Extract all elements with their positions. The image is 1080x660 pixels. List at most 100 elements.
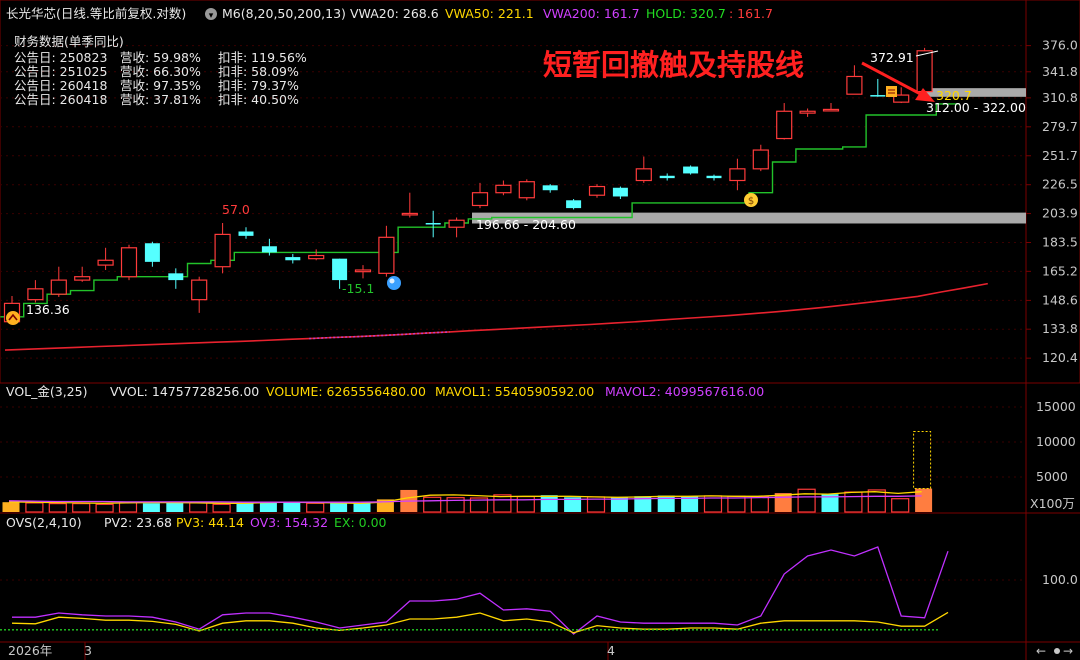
buy-signal-icon xyxy=(6,311,20,325)
volume-bar xyxy=(891,498,910,513)
volume-bar xyxy=(330,502,348,512)
low-price-label: 136.36 xyxy=(26,302,70,317)
svg-text:营收: 37.81%: 营收: 37.81% xyxy=(120,92,201,107)
mavol1-value: MAVOL1: 5540590592.00 xyxy=(435,384,594,399)
scroll-arrows[interactable]: ← → xyxy=(1036,644,1073,658)
candle-body xyxy=(588,185,606,196)
volume-bar xyxy=(48,503,67,513)
finance-row: 公告日: 260418 营收: 97.35% 扣非: 79.37% xyxy=(14,78,299,93)
candle xyxy=(683,165,699,175)
svg-text:公告日: 260418: 公告日: 260418 xyxy=(14,92,107,107)
blue-ball-icon xyxy=(387,276,401,290)
finance-row: 公告日: 250823 营收: 59.98% 扣非: 119.56% xyxy=(14,50,307,65)
volume-bar xyxy=(259,501,277,512)
svg-text:→: → xyxy=(1063,644,1073,658)
volume-bar xyxy=(2,502,20,512)
svg-text:公告日: 250823: 公告日: 250823 xyxy=(14,50,107,65)
volume-bar xyxy=(189,502,208,513)
vol-tick-label: 15000 xyxy=(1036,399,1076,414)
finance-row: 公告日: 251025 营收: 66.30% 扣非: 58.09% xyxy=(14,64,299,79)
vol-unit: X100万 xyxy=(1030,496,1075,511)
volume-bar xyxy=(750,496,769,513)
dip-label: -15.1 xyxy=(342,281,374,296)
candle-body xyxy=(659,175,675,179)
volume-bar xyxy=(797,488,816,513)
volume-bar xyxy=(353,503,371,512)
vol-tick-label: 10000 xyxy=(1036,434,1076,449)
mavol2-value: MAVOL2: 4099567616.00 xyxy=(605,384,764,399)
ma-setting: M6(8,20,50,200,13) xyxy=(222,6,346,21)
price-tick-label: 133.8 xyxy=(1042,321,1078,336)
volume-bar xyxy=(540,495,558,512)
candle-body xyxy=(401,212,418,216)
candle-body xyxy=(776,110,793,140)
price-tick-label: 120.4 xyxy=(1042,350,1078,365)
ticker-title: 长光华芯(日线.等比前复权.对数) xyxy=(6,6,186,21)
ovs-title: OVS(2,4,10) xyxy=(6,515,82,530)
svg-text:←: ← xyxy=(1036,644,1046,658)
candle-body xyxy=(448,219,465,228)
candle xyxy=(566,199,582,210)
pv3-value: PV3: 44.14 xyxy=(176,515,244,530)
volume-value: VOLUME: 6265556480.00 xyxy=(266,384,426,399)
candle-body xyxy=(238,231,254,236)
volume-bar xyxy=(283,502,301,512)
candle-body xyxy=(612,187,628,197)
hold-value: HOLD: 320.7 xyxy=(646,6,726,21)
vol-title: VOL_金(3,25) xyxy=(6,384,87,399)
candle-body xyxy=(683,166,699,174)
svg-text:营收: 66.30%: 营收: 66.30% xyxy=(120,64,201,79)
price-tick-label: 183.5 xyxy=(1042,234,1078,249)
svg-text:▾: ▾ xyxy=(209,11,214,21)
xaxis-year: 2026年 xyxy=(8,643,52,658)
candle-body xyxy=(97,259,114,266)
volume-bar xyxy=(516,496,535,513)
candle-body xyxy=(495,184,512,194)
ex-value: EX: 0.00 xyxy=(334,515,387,530)
candle-body xyxy=(799,110,816,114)
candle-body xyxy=(846,75,863,95)
svg-text:扣非: 79.37%: 扣非: 79.37% xyxy=(218,78,299,93)
volume-bar xyxy=(306,502,325,513)
candle-body xyxy=(635,168,652,182)
candle-body xyxy=(870,95,886,97)
peak-label: 57.0 xyxy=(222,202,250,217)
svg-text:扣非: 40.50%: 扣非: 40.50% xyxy=(218,92,299,107)
candle-body xyxy=(425,223,441,225)
volume-bar xyxy=(423,496,442,513)
volume-bar xyxy=(95,503,114,513)
price-tick-label: 376.0 xyxy=(1042,38,1078,53)
candle-body xyxy=(471,192,489,207)
price-tick-label: 165.2 xyxy=(1042,263,1078,278)
candle xyxy=(588,184,606,198)
volume-highlight-box xyxy=(913,431,932,490)
price-tick-label: 226.5 xyxy=(1042,177,1078,192)
buy-signal-icon xyxy=(6,311,20,325)
candle-body xyxy=(566,200,582,209)
candle xyxy=(518,179,535,201)
svg-text:扣非: 58.09%: 扣非: 58.09% xyxy=(218,64,299,79)
candle-body xyxy=(74,276,91,281)
price-tick-label: 148.6 xyxy=(1042,292,1078,307)
candle-body xyxy=(822,108,840,112)
highlight-dot xyxy=(389,278,395,284)
candle-body xyxy=(729,168,746,182)
price-tick-label: 203.9 xyxy=(1042,206,1078,221)
zone-top-label: 312.00 - 322.00 xyxy=(926,100,1026,115)
svg-text:营收: 59.98%: 营收: 59.98% xyxy=(120,50,201,65)
vol-tick-label: 5000 xyxy=(1036,469,1068,484)
ovs-tick-label: 100.0 xyxy=(1042,572,1078,587)
price-tick-label: 279.7 xyxy=(1042,119,1078,134)
volume-bar xyxy=(867,489,886,513)
candle-body xyxy=(308,254,325,260)
volume-bar xyxy=(212,503,231,513)
candle-body xyxy=(518,181,535,199)
candle-body xyxy=(354,269,372,273)
svg-text:公告日: 260418: 公告日: 260418 xyxy=(14,78,107,93)
ov3-value: OV3: 154.32 xyxy=(250,515,328,530)
candle-body xyxy=(144,243,160,262)
svg-text:公告日: 251025: 公告日: 251025 xyxy=(14,64,107,79)
price-tick-label: 341.8 xyxy=(1042,64,1078,79)
price-tick-label: 251.7 xyxy=(1042,148,1078,163)
annotation-text: 短暂回撤触及持股线 xyxy=(543,48,804,82)
